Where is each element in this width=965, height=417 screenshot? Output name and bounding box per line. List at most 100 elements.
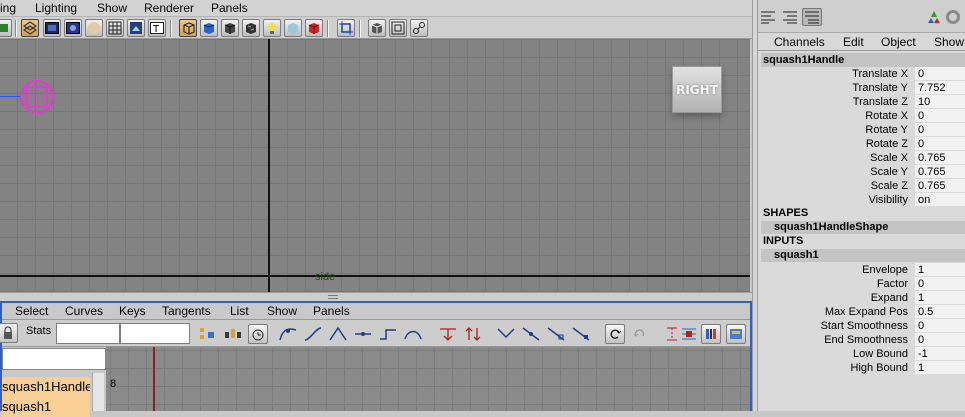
channel-row[interactable]: Translate Z 10 [758,95,965,109]
lock-tangent-weight-icon[interactable] [571,324,591,344]
frame-playback-range-icon[interactable] [248,324,268,344]
menu-tangents[interactable]: Tangents [162,304,211,318]
channel-value-field[interactable]: on [915,193,965,206]
break-tangents-icon[interactable] [496,324,516,344]
view-cube[interactable]: RIGHT [672,66,722,113]
channel-value-field[interactable]: 0 [915,277,965,290]
channel-row[interactable]: Translate Y 7.752 [758,81,965,95]
camera-select-icon[interactable] [0,19,12,37]
menu-panels[interactable]: Panels [313,304,350,318]
textured-icon[interactable] [242,19,260,37]
channel-row[interactable]: Scale Y 0.765 [758,165,965,179]
channel-value-field[interactable]: 1 [915,263,965,276]
current-time-marker[interactable] [153,347,155,411]
input-node-title[interactable]: squash1 [761,249,965,262]
linear-tangents-icon[interactable] [328,324,348,344]
lighting-icon[interactable] [263,19,281,37]
node-title[interactable]: squash1Handle [761,53,965,67]
default-material-icon[interactable] [221,19,239,37]
menu-lighting[interactable]: Lighting [35,1,77,15]
menu-show[interactable]: Show [97,1,127,15]
menu-show[interactable]: Show [267,304,297,318]
resolution-gate-icon[interactable] [64,19,82,37]
squash-handle-shape[interactable] [26,86,48,108]
shape-node-title[interactable]: squash1HandleShape [761,221,965,234]
load-selected-icon[interactable] [629,324,649,344]
wireframe-shading-icon[interactable] [179,19,197,37]
hud-icon[interactable] [368,19,386,37]
trax-editor-icon[interactable] [726,324,746,344]
menu-edit[interactable]: Edit [843,35,864,49]
menu-show[interactable]: Show [934,35,964,49]
channel-row[interactable]: Visibility on [758,193,965,207]
channel-box-only-icon[interactable] [758,8,778,26]
grid-toggle-icon[interactable] [106,19,124,37]
input-channel-row[interactable]: Factor 0 [758,277,965,291]
stepped-tangents-icon[interactable] [378,324,398,344]
channel-value-field[interactable]: 0 [915,319,965,332]
channel-value-field[interactable]: 0.5 [915,305,965,318]
outliner-scrollbar[interactable] [92,373,104,411]
film-gate-icon[interactable] [43,19,61,37]
stats-value-field[interactable] [120,323,190,344]
channel-value-field[interactable]: 1 [915,291,965,304]
manipulator-y-axis[interactable] [37,39,38,84]
input-channel-row[interactable]: Expand 1 [758,291,965,305]
input-channel-row[interactable]: High Bound 1 [758,361,965,375]
input-channel-row[interactable]: Max Expand Pos 0.5 [758,305,965,319]
channel-value-field[interactable]: 0 [915,123,965,136]
image-plane-icon[interactable] [85,19,103,37]
camera-attributes-icon[interactable]: T [148,19,166,37]
channel-value-field[interactable]: 0.765 [915,165,965,178]
channel-row[interactable]: Rotate Z 0 [758,137,965,151]
smooth-shade-icon[interactable] [200,19,218,37]
camera-tools-icon[interactable] [410,19,428,37]
unify-tangents-icon[interactable] [521,324,541,344]
swap-buffer-curve-icon[interactable] [463,324,483,344]
menu-shading[interactable]: ing [0,1,16,15]
attribute-editor-toggle-icon[interactable] [802,8,822,26]
plateau-tangents-icon[interactable] [403,324,423,344]
graph-editor-curve-area[interactable] [106,347,750,411]
channel-value-field[interactable]: 0.765 [915,151,965,164]
clamped-tangents-icon[interactable] [303,324,323,344]
menu-object[interactable]: Object [881,35,916,49]
menu-panels[interactable]: Panels [211,1,248,15]
input-channel-row[interactable]: End Smoothness 0 [758,333,965,347]
isolate-select-icon[interactable] [337,19,355,37]
menu-curves[interactable]: Curves [65,304,103,318]
channel-value-field[interactable]: 10 [915,95,965,108]
safe-frame-icon[interactable] [127,19,145,37]
channel-value-field[interactable]: 0 [915,67,965,80]
stats-frame-field[interactable] [56,323,120,344]
shadows-icon[interactable] [284,19,302,37]
input-channel-row[interactable]: Low Bound -1 [758,347,965,361]
menu-list[interactable]: List [230,304,249,318]
input-channel-row[interactable]: Envelope 1 [758,263,965,277]
lock-icon[interactable] [0,323,18,343]
channel-value-field[interactable]: 0 [915,137,965,150]
channel-row[interactable]: Rotate Y 0 [758,123,965,137]
auto-load-selected-icon[interactable] [605,324,625,344]
channel-value-field[interactable]: 7.752 [915,81,965,94]
menu-channels[interactable]: Channels [774,35,825,49]
wireframe-on-shaded-icon[interactable] [21,19,39,37]
channel-value-field[interactable]: 1 [915,361,965,374]
menu-select[interactable]: Select [15,304,48,318]
channel-box-layer-editor-icon[interactable] [780,8,800,26]
spline-tangents-icon[interactable] [278,324,298,344]
channel-value-field[interactable]: 0 [915,109,965,122]
viewport-canvas[interactable]: side RIGHT [0,39,750,292]
frame-all-icon[interactable] [198,324,218,344]
channel-row[interactable]: Scale Z 0.765 [758,179,965,193]
frame-selection-icon[interactable] [223,324,243,344]
free-tangent-weight-icon[interactable] [546,324,566,344]
buffer-curve-snapshot-icon[interactable] [438,324,458,344]
outliner-filter-field[interactable] [2,348,106,370]
channel-row[interactable]: Scale X 0.765 [758,151,965,165]
flat-tangents-icon[interactable] [353,324,373,344]
menu-keys[interactable]: Keys [119,304,146,318]
modeling-toolkit-icon[interactable] [943,8,963,26]
value-snap-icon[interactable] [679,324,699,344]
manipulator-z-axis[interactable] [0,96,22,97]
